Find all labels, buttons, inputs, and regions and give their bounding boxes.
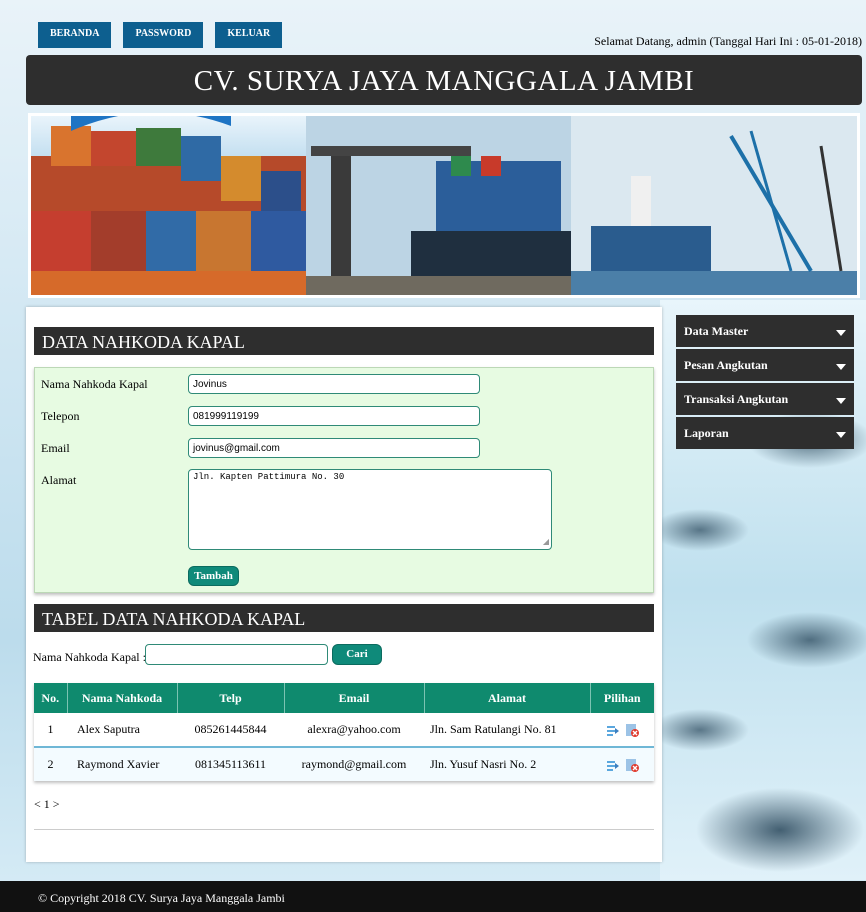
header-banner [28, 113, 860, 298]
cell-no: 2 [34, 746, 67, 781]
cell-email: alexra@yahoo.com [284, 713, 424, 747]
sidebar-item-label: Transaksi Angkutan [684, 391, 789, 406]
sidebar-item-transaksi-angkutan[interactable]: Transaksi Angkutan [676, 383, 854, 415]
table-row: 1 Alex Saputra 085261445844 alexra@yahoo… [34, 713, 654, 747]
sidebar-item-label: Laporan [684, 425, 729, 440]
captain-form: Nama Nahkoda Kapal Jovinus Telepon 08199… [34, 367, 654, 593]
pagination[interactable]: < 1 > [34, 797, 60, 812]
cell-phone: 085261445844 [177, 713, 284, 747]
delete-icon[interactable] [625, 723, 639, 738]
address-label: Alamat [41, 473, 77, 487]
table-row: 2 Raymond Xavier 081345113611 raymond@gm… [34, 746, 654, 781]
search-label: Nama Nahkoda Kapal : [33, 650, 146, 664]
address-value: Jln. Kapten Pattimura No. 30 [193, 472, 345, 482]
sidebar-item-pesan-angkutan[interactable]: Pesan Angkutan [676, 349, 854, 381]
delete-icon[interactable] [625, 758, 639, 773]
site-title: CV. SURYA JAYA MANGGALA JAMBI [26, 55, 862, 105]
cell-email: raymond@gmail.com [284, 746, 424, 781]
cell-name: Raymond Xavier [67, 746, 177, 781]
add-button[interactable]: Tambah [188, 566, 239, 586]
sidebar-menu: Data Master Pesan Angkutan Transaksi Ang… [676, 315, 854, 451]
cell-address: Jln. Yusuf Nasri No. 2 [424, 746, 590, 781]
welcome-text: Selamat Datang, admin (Tanggal Hari Ini … [594, 34, 862, 48]
form-heading: DATA NAHKODA KAPAL [34, 327, 654, 355]
email-input[interactable]: jovinus@gmail.com [188, 438, 480, 458]
nav-password-button[interactable]: PASSWORD [123, 22, 204, 48]
sidebar-item-laporan[interactable]: Laporan [676, 417, 854, 449]
search-input[interactable] [145, 644, 328, 665]
chevron-down-icon [836, 330, 846, 336]
sidebar-item-label: Pesan Angkutan [684, 357, 768, 372]
sidebar-item-label: Data Master [684, 323, 749, 338]
nav-beranda-button[interactable]: BERANDA [38, 22, 112, 48]
chevron-down-icon [836, 364, 846, 370]
cell-phone: 081345113611 [177, 746, 284, 781]
footer: © Copyright 2018 CV. Surya Jaya Manggala… [0, 881, 866, 912]
divider [34, 829, 654, 830]
col-header-email: Email [284, 683, 425, 713]
cell-actions [590, 713, 654, 747]
table-header-row: No. Nama Nahkoda Telp Email Alamat Pilih… [34, 683, 654, 713]
banner-image [31, 116, 857, 295]
chevron-down-icon [836, 398, 846, 404]
email-label: Email [41, 441, 70, 455]
search-button[interactable]: Cari [332, 644, 382, 665]
phone-label: Telepon [41, 409, 80, 423]
cell-name: Alex Saputra [67, 713, 177, 747]
nav-keluar-button[interactable]: KELUAR [215, 22, 283, 48]
resize-grip-icon[interactable]: ◢ [543, 537, 549, 547]
cell-actions [590, 746, 654, 781]
name-label: Nama Nahkoda Kapal [41, 377, 148, 391]
col-header-actions: Pilihan [590, 683, 654, 713]
edit-icon[interactable] [606, 758, 620, 772]
name-input[interactable]: Jovinus [188, 374, 480, 394]
cell-no: 1 [34, 713, 67, 747]
chevron-down-icon [836, 432, 846, 438]
edit-icon[interactable] [606, 723, 620, 737]
sidebar-item-data-master[interactable]: Data Master [676, 315, 854, 347]
col-header-name: Nama Nahkoda [67, 683, 178, 713]
col-header-no: No. [34, 683, 68, 713]
phone-input[interactable]: 081999119199 [188, 406, 480, 426]
main-content: DATA NAHKODA KAPAL Nama Nahkoda Kapal Jo… [26, 307, 662, 862]
col-header-address: Alamat [424, 683, 591, 713]
top-nav: BERANDA PASSWORD KELUAR [38, 22, 283, 48]
col-header-phone: Telp [177, 683, 285, 713]
table-heading: TABEL DATA NAHKODA KAPAL [34, 604, 654, 632]
address-textarea[interactable]: Jln. Kapten Pattimura No. 30 ◢ [188, 469, 552, 550]
cell-address: Jln. Sam Ratulangi No. 81 [424, 713, 590, 747]
captain-table: No. Nama Nahkoda Telp Email Alamat Pilih… [34, 683, 654, 781]
